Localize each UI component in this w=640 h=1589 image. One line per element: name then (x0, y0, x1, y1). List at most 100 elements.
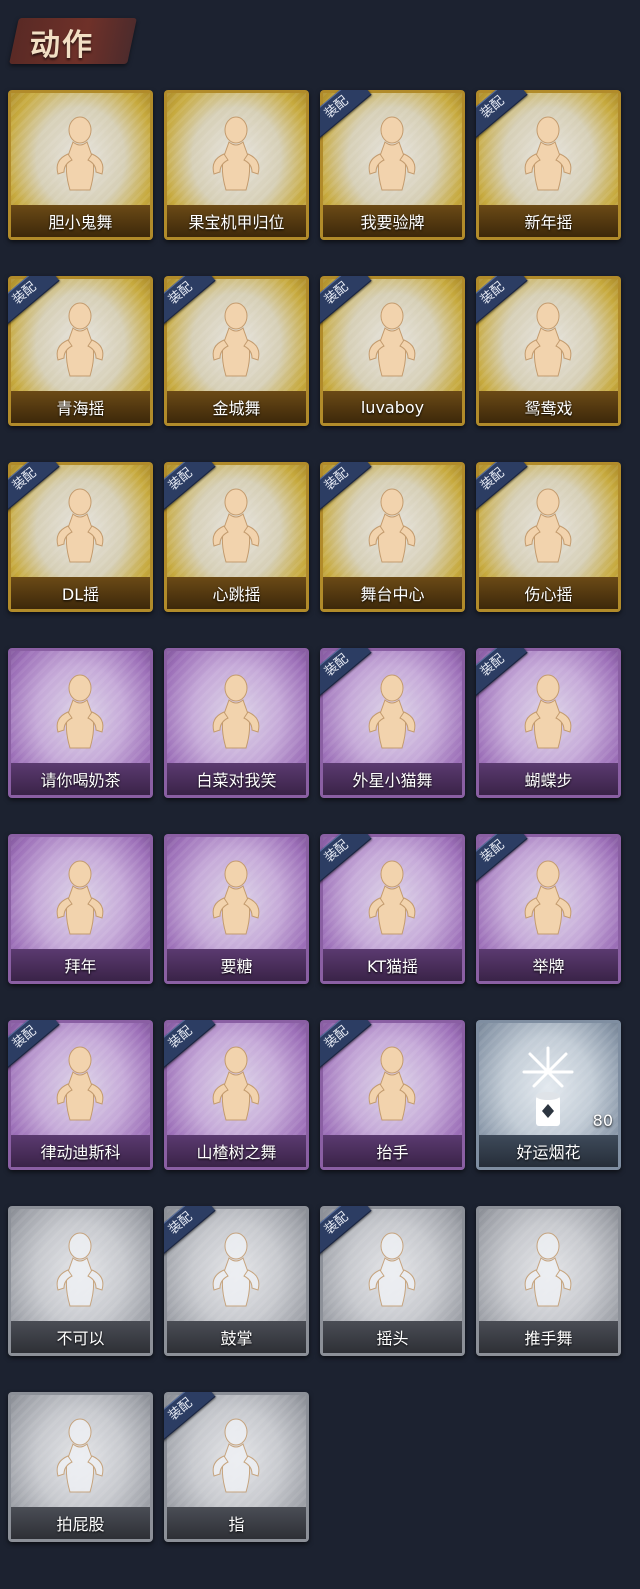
emote-name: 指 (228, 1515, 245, 1534)
emote-card[interactable]: 要糖 (164, 834, 309, 984)
card-label-bar: 青海摇 (11, 391, 150, 423)
card-label-bar: 请你喝奶茶 (11, 763, 150, 795)
emote-name: 摇头 (376, 1329, 409, 1348)
emote-figure-icon (196, 1228, 276, 1318)
card-label-bar: 摇头 (323, 1321, 462, 1353)
emote-figure-icon (352, 112, 432, 202)
card-label-bar: 外星小猫舞 (323, 763, 462, 795)
emote-card[interactable]: 胆小鬼舞 (8, 90, 153, 240)
card-label-bar: 蝴蝶步 (479, 763, 618, 795)
emote-figure-icon (40, 484, 120, 574)
emote-name: 白菜对我笑 (196, 771, 277, 790)
emote-figure-icon (352, 670, 432, 760)
firework-icon (508, 1042, 588, 1132)
emote-figure-icon (40, 112, 120, 202)
emote-name: 举牌 (532, 957, 565, 976)
emote-card[interactable]: 装配 蝴蝶步 (476, 648, 621, 798)
emote-card[interactable]: 装配 我要验牌 (320, 90, 465, 240)
emote-name: 拜年 (64, 957, 97, 976)
emote-figure-icon (508, 1228, 588, 1318)
card-label-bar: 金城舞 (167, 391, 306, 423)
card-label-bar: 山楂树之舞 (167, 1135, 306, 1167)
emote-figure-icon (352, 484, 432, 574)
emote-card[interactable]: 装配 金城舞 (164, 276, 309, 426)
card-label-bar: 新年摇 (479, 205, 618, 237)
card-label-bar: 指 (167, 1507, 306, 1539)
emote-figure-icon (508, 484, 588, 574)
card-label-bar: 要糖 (167, 949, 306, 981)
emote-name: 鼓掌 (220, 1329, 253, 1348)
card-label-bar: 好运烟花 (479, 1135, 618, 1167)
emote-name: 外星小猫舞 (352, 771, 433, 790)
emote-card[interactable]: 不可以 (8, 1206, 153, 1356)
emote-figure-icon (352, 1042, 432, 1132)
emote-card[interactable]: 装配指 (164, 1392, 309, 1542)
emote-card[interactable]: 装配 青海摇 (8, 276, 153, 426)
emote-card[interactable]: 装配 KT猫摇 (320, 834, 465, 984)
emote-card[interactable]: 装配 摇头 (320, 1206, 465, 1356)
emote-card[interactable]: 装配 DL摇 (8, 462, 153, 612)
card-label-bar: 白菜对我笑 (167, 763, 306, 795)
emote-card[interactable]: 白菜对我笑 (164, 648, 309, 798)
emote-figure-icon (508, 112, 588, 202)
emote-name: 好运烟花 (516, 1143, 581, 1162)
emote-figure-icon (40, 1042, 120, 1132)
item-count: 80 (592, 1111, 613, 1130)
card-label-bar: KT猫摇 (323, 949, 462, 981)
emote-figure-icon (196, 1414, 276, 1504)
emote-name: KT猫摇 (366, 957, 419, 976)
emote-card[interactable]: 果宝机甲归位 (164, 90, 309, 240)
emote-name: 请你喝奶茶 (40, 771, 121, 790)
emote-name: 拍屁股 (56, 1515, 105, 1534)
emote-name: 推手舞 (524, 1329, 573, 1348)
emote-card[interactable]: 装配 律动迪斯科 (8, 1020, 153, 1170)
emote-card[interactable]: 装配 山楂树之舞 (164, 1020, 309, 1170)
emote-figure-icon (40, 1414, 120, 1504)
emote-figure-icon (352, 298, 432, 388)
emote-figure-icon (40, 670, 120, 760)
emote-figure-icon (508, 670, 588, 760)
emote-figure-icon (352, 856, 432, 946)
emote-figure-icon (196, 298, 276, 388)
emote-name: 要糖 (220, 957, 253, 976)
emote-card[interactable]: 拜年 (8, 834, 153, 984)
emote-card[interactable]: 装配 抬手 (320, 1020, 465, 1170)
emote-card[interactable]: 装配 举牌 (476, 834, 621, 984)
emote-figure-icon (40, 1228, 120, 1318)
card-label-bar: DL摇 (11, 577, 150, 609)
card-label-bar: 鼓掌 (167, 1321, 306, 1353)
emote-card[interactable]: 装配 鼓掌 (164, 1206, 309, 1356)
emote-card[interactable]: 80 好运烟花 (476, 1020, 621, 1170)
emote-card[interactable]: 推手舞 (476, 1206, 621, 1356)
emote-name: 鸳鸯戏 (524, 399, 573, 418)
emote-card[interactable]: 装配 鸳鸯戏 (476, 276, 621, 426)
emote-grid: 胆小鬼舞 果宝机甲归位 装配 我要验牌 装配 新年摇装配 青海摇 装配 金城舞 装配 luvaboy… (0, 0, 640, 1589)
emote-name: 金城舞 (212, 399, 261, 418)
emote-figure-icon (40, 856, 120, 946)
emote-card[interactable]: 请你喝奶茶 (8, 648, 153, 798)
emote-card[interactable]: 装配 伤心摇 (476, 462, 621, 612)
emote-card[interactable]: 装配 外星小猫舞 (320, 648, 465, 798)
emote-name: 果宝机甲归位 (188, 213, 285, 232)
emote-name: 新年摇 (524, 213, 573, 232)
card-label-bar: 举牌 (479, 949, 618, 981)
card-label-bar: 果宝机甲归位 (167, 205, 306, 237)
emote-figure-icon (352, 1228, 432, 1318)
emote-name: 胆小鬼舞 (48, 213, 113, 232)
emote-figure-icon (196, 856, 276, 946)
emote-name: DL摇 (61, 585, 100, 604)
emote-card[interactable]: 拍屁股 (8, 1392, 153, 1542)
emote-name: 蝴蝶步 (524, 771, 573, 790)
card-label-bar: 不可以 (11, 1321, 150, 1353)
emote-card[interactable]: 装配 舞台中心 (320, 462, 465, 612)
card-label-bar: luvaboy (323, 391, 462, 423)
emote-name: 律动迪斯科 (40, 1143, 121, 1162)
card-label-bar: 鸳鸯戏 (479, 391, 618, 423)
emote-card[interactable]: 装配 新年摇 (476, 90, 621, 240)
emote-name: luvaboy (360, 397, 425, 417)
emote-name: 山楂树之舞 (196, 1143, 277, 1162)
emote-name: 抬手 (376, 1143, 409, 1162)
emote-card[interactable]: 装配 luvaboy (320, 276, 465, 426)
emote-figure-icon (508, 856, 588, 946)
emote-card[interactable]: 装配 心跳摇 (164, 462, 309, 612)
